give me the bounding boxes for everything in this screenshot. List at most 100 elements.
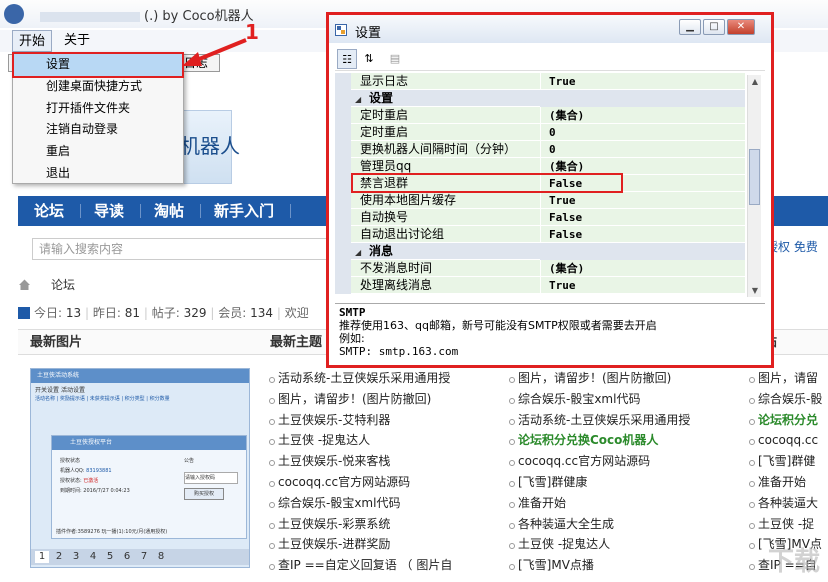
- blurred-title-region: [40, 11, 140, 22]
- maximize-button[interactable]: □: [703, 19, 725, 35]
- settings-dialog: 设置 ▁ □ ✕ ☷ ⇅ ▤ 显示日志 True ◢ 设置 定时重启 (集合) 定时重…: [326, 12, 774, 368]
- menu-item-exit[interactable]: 退出: [14, 163, 182, 185]
- settings-title: 设置: [355, 26, 382, 41]
- nav-separator: [200, 204, 201, 218]
- settings-toolbar: ☷ ⇅ ▤: [335, 47, 765, 71]
- property-description-panel: SMTP 推荐使用163、qq邮箱，新号可能没有SMTP权限或者需要去开启 例如…: [335, 303, 765, 359]
- menu-item-settings[interactable]: 设置: [12, 52, 184, 78]
- page-number[interactable]: 5: [103, 551, 117, 563]
- property-row[interactable]: 自动退出讨论组 False: [335, 226, 745, 243]
- nav-separator: [290, 204, 291, 218]
- page-number[interactable]: 1: [35, 551, 49, 563]
- topic-link[interactable]: 土豆侠娱乐-进群奖励: [268, 534, 480, 555]
- topic-link[interactable]: 土豆侠 -捉: [748, 514, 828, 535]
- page-number[interactable]: 6: [120, 551, 134, 563]
- breadcrumb-current[interactable]: 论坛: [51, 278, 75, 292]
- topic-link[interactable]: 综合娱乐-骰宝xml代码: [508, 389, 734, 410]
- topic-link[interactable]: 论坛积分兑换Coco机器人: [508, 430, 734, 451]
- search-input[interactable]: 请输入搜索内容: [32, 238, 332, 260]
- nav-forum[interactable]: 论坛: [34, 196, 64, 226]
- sort-alphabetical-icon[interactable]: ⇅: [359, 49, 379, 69]
- window-icon: [335, 24, 347, 36]
- topic-link[interactable]: 活动系统-土豆侠娱乐采用通用授: [268, 368, 480, 389]
- topic-link[interactable]: 土豆侠娱乐-彩票系统: [268, 514, 480, 535]
- topic-column-2: 图片，请留步！(图片防撤回) 综合娱乐-骰宝xml代码 活动系统-土豆侠娱乐采用…: [508, 368, 734, 576]
- menu-item-logout-auto-login[interactable]: 注销自动登录: [14, 119, 182, 141]
- menu-about[interactable]: 关于: [58, 30, 96, 52]
- forum-stats: 今日: 13 | 昨日: 81 | 帖子: 329 | 会员: 134 | 欢迎: [18, 304, 309, 321]
- thumbnail-tabs: 开关设置 活动设置: [35, 387, 85, 394]
- scrollbar-thumb[interactable]: [749, 149, 760, 205]
- property-row[interactable]: 更换机器人间隔时间（分钟） 0: [335, 141, 745, 158]
- annotation-arrow-icon: [182, 38, 247, 66]
- close-button[interactable]: ✕: [727, 19, 755, 35]
- home-icon[interactable]: [18, 278, 31, 291]
- collapse-triangle-icon[interactable]: ◢: [355, 91, 363, 108]
- minimize-button[interactable]: ▁: [679, 19, 701, 35]
- annotation-number: 1: [245, 20, 259, 44]
- topic-link[interactable]: 论坛积分兑: [748, 410, 828, 431]
- topic-link[interactable]: cocoqq.cc官方网站源码: [268, 472, 480, 493]
- property-category[interactable]: ◢ 消息: [335, 243, 745, 260]
- categorized-view-icon[interactable]: ☷: [337, 49, 357, 69]
- header-latest-topics: 最新主题: [270, 335, 323, 350]
- property-row[interactable]: 显示日志 True: [335, 73, 745, 90]
- property-row[interactable]: 处理离线消息 True: [335, 277, 745, 294]
- stats-icon: [18, 307, 30, 319]
- nav-separator: [140, 204, 141, 218]
- property-row[interactable]: 使用本地图片缓存 True: [335, 192, 745, 209]
- app-logo-icon: [4, 4, 24, 24]
- topic-link[interactable]: 活动系统-土豆侠娱乐采用通用授: [508, 410, 734, 431]
- scroll-down-icon[interactable]: ▼: [750, 286, 760, 295]
- menu-start[interactable]: 开始: [12, 30, 53, 52]
- menu-item-create-shortcut[interactable]: 创建桌面快捷方式: [14, 76, 182, 98]
- topic-link[interactable]: 土豆侠 -捉鬼达人: [508, 534, 734, 555]
- property-row[interactable]: 自动换号 False: [335, 209, 745, 226]
- topic-link[interactable]: 土豆侠娱乐-悦来客栈: [268, 451, 480, 472]
- menu-item-restart[interactable]: 重启: [14, 141, 182, 163]
- topic-link[interactable]: 图片，请留: [748, 368, 828, 389]
- banner-text: 机器人: [180, 134, 240, 158]
- property-pages-icon[interactable]: ▤: [385, 49, 405, 69]
- topic-link[interactable]: 各种装逼大: [748, 493, 828, 514]
- page-number[interactable]: 4: [86, 551, 100, 563]
- topic-link[interactable]: 综合娱乐-骰: [748, 389, 828, 410]
- topic-link[interactable]: 综合娱乐-骰宝xml代码: [268, 493, 480, 514]
- page-number[interactable]: 7: [137, 551, 151, 563]
- topic-link[interactable]: [飞雪]群健康: [508, 472, 734, 493]
- topic-link[interactable]: 准备开始: [748, 472, 828, 493]
- latest-image-thumbnail[interactable]: 土豆侠活动系统 开关设置 活动设置 活动名称 | 奖励提示语 | 未获奖提示语 …: [30, 368, 250, 568]
- topic-link[interactable]: cocoqq.cc官方网站源码: [508, 451, 734, 472]
- description-line: SMTP: smtp.163.com: [339, 345, 459, 358]
- page-number[interactable]: 3: [69, 551, 83, 563]
- topic-link[interactable]: 图片，请留步！(图片防撤回): [508, 368, 734, 389]
- nav-newbie[interactable]: 新手入门: [214, 196, 274, 226]
- property-row[interactable]: 定时重启 0: [335, 124, 745, 141]
- property-row[interactable]: 不发消息时间 (集合): [335, 260, 745, 277]
- app-title: (.) by Coco机器人: [40, 5, 254, 24]
- nav-guide[interactable]: 导读: [94, 196, 124, 226]
- topic-link[interactable]: 土豆侠娱乐-艾特利器: [268, 410, 480, 431]
- description-line: 例如:: [339, 332, 365, 345]
- highlight-box-mute-quit: [351, 173, 623, 193]
- menu-item-open-plugin-folder[interactable]: 打开插件文件夹: [14, 98, 182, 120]
- site-watermark: 下载: [767, 547, 820, 577]
- topic-link[interactable]: cocoqq.cc: [748, 430, 828, 451]
- thumbnail-auth-dialog: 土豆侠授权平台 授权状态 机器人QQ: 83193881 授权状态: 已激活 到…: [51, 435, 247, 539]
- page-number[interactable]: 2: [52, 551, 66, 563]
- page-number[interactable]: 8: [154, 551, 168, 563]
- collapse-triangle-icon[interactable]: ◢: [355, 244, 363, 261]
- topic-link[interactable]: [飞雪]MV点播: [508, 555, 734, 576]
- property-grid-scrollbar[interactable]: ▲ ▼: [747, 75, 761, 297]
- topic-link[interactable]: 土豆侠 -捉鬼达人: [268, 430, 480, 451]
- property-row[interactable]: 定时重启 (集合): [335, 107, 745, 124]
- scroll-up-icon[interactable]: ▲: [750, 77, 760, 86]
- topic-link[interactable]: 查IP ==自定义回复语 （ 图片自: [268, 555, 480, 576]
- topic-link[interactable]: [飞雪]群健: [748, 451, 828, 472]
- topic-link[interactable]: 各种装逼大全生成: [508, 514, 734, 535]
- topic-link[interactable]: 准备开始: [508, 493, 734, 514]
- topic-link[interactable]: 图片，请留步！(图片防撤回): [268, 389, 480, 410]
- nav-collection[interactable]: 淘帖: [154, 196, 184, 226]
- property-category[interactable]: ◢ 设置: [335, 90, 745, 107]
- thumbnail-auth-info: 授权状态 机器人QQ: 83193881 授权状态: 已激活 到期时间: 201…: [60, 458, 130, 494]
